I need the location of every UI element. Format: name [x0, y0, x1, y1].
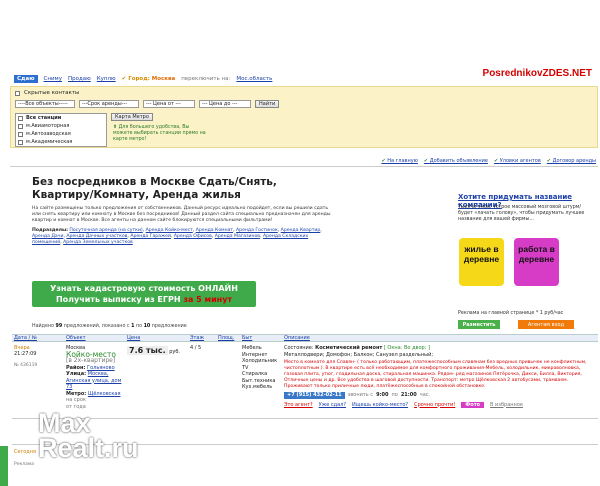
ad-label: Реклама — [14, 462, 34, 467]
ad-tile-housing-text: жилье в деревне — [463, 244, 500, 264]
subsections: Подразделы: Посуточная аренда (на сутки)… — [32, 228, 322, 245]
station-item[interactable]: Все станции — [16, 114, 106, 122]
intro-text: На сайте размещены только предложения от… — [32, 206, 331, 223]
col-date[interactable]: Дата / № — [14, 335, 37, 342]
watermark-logo: Max Realt.ru — [38, 408, 139, 463]
row-equipment: Металлодвери; Домофон; Балкон; Санузел р… — [284, 351, 434, 358]
results-count: Найдено 99 предложений, показано с 1 по … — [32, 324, 187, 329]
page-title: Без посредников в Москве Сдать/Снять, Кв… — [32, 176, 277, 201]
row-price: 7.6 тыс. руб. — [127, 346, 181, 355]
place-ad-button[interactable]: Разместить — [458, 320, 500, 329]
city-value: Москва — [151, 76, 176, 82]
ad-note: Реклама на главной странице * 1 руб/час — [458, 311, 564, 316]
row-id: № 436119 — [14, 363, 38, 368]
subsection-link[interactable]: Аренда Офисов — [174, 234, 212, 239]
subsection-link[interactable]: Аренда Койко-мест — [146, 228, 193, 233]
looking-bed-link[interactable]: Ищешь койко-место? — [352, 402, 408, 409]
arrow-up-icon: ⬆ — [113, 125, 118, 130]
row-desc-text: Место в комнате для Славян- ( только раб… — [284, 360, 587, 389]
photo-button[interactable]: Фото — [461, 401, 485, 408]
stations-list[interactable]: Все станции м.Авиамоторная м.Автозаводск… — [15, 113, 107, 147]
price-from-select[interactable]: --- Цена от --- — [143, 100, 195, 108]
station-checkbox[interactable] — [18, 131, 23, 137]
subsection-link[interactable]: Аренда Магазинов — [215, 234, 260, 239]
station-checkbox[interactable] — [18, 115, 23, 121]
divider — [10, 166, 598, 167]
row-actions: Это агент? Уже сдал? Ищешь койко-место? … — [284, 401, 596, 409]
ad-tile-work-text: работа в деревне — [518, 244, 555, 264]
subsection-link[interactable]: Аренда Квартир — [281, 228, 321, 233]
table-header: Дата / № Объект Цена Этаж Площ. Быт Опис… — [12, 334, 598, 342]
subsection-link[interactable]: Аренда Земельных участков — [63, 240, 133, 245]
col-amenities[interactable]: Быт — [242, 335, 252, 342]
row-description: Состояние: Косметический ремонт [ Окна: … — [284, 345, 596, 408]
price-to-select[interactable]: --- Цена до --- — [199, 100, 251, 108]
switch-prefix: переключить на: — [181, 76, 231, 82]
metro-hint: ⬆ Для большего удобства, Вы можете выбир… — [113, 125, 206, 142]
nav-tab-kuplyu[interactable]: Куплю — [97, 76, 116, 82]
agents-login-button[interactable]: Агентам вход — [518, 320, 574, 329]
link-home[interactable]: На главную — [381, 158, 418, 164]
col-floor[interactable]: Этаж — [190, 335, 204, 342]
station-item[interactable]: м.Автозаводская — [16, 130, 106, 138]
nav-tab-prodayu[interactable]: Продаю — [68, 76, 91, 82]
ad-text: Тысячи умов, устрое массовый мозговой шт… — [458, 205, 585, 222]
subsection-link[interactable]: Аренда Дачных участков — [66, 234, 127, 239]
hidden-contacts-row: Скрытые контакты — [15, 90, 79, 96]
nav-tab-sdayu[interactable]: Сдаю — [14, 75, 38, 83]
period-select[interactable]: ---Срок аренды--- — [79, 100, 139, 108]
subsections-label: Подразделы: — [32, 228, 68, 233]
subsection-link[interactable]: Посуточная аренда (на сутки) — [69, 228, 142, 233]
city-selector: ✔ Город: Москва — [122, 76, 176, 82]
row-amenities: Мебель Интернет Холодильник TV Стиралка … — [242, 345, 278, 390]
switch-city-link[interactable]: Мос.область — [236, 76, 272, 82]
col-price[interactable]: Цена — [127, 335, 140, 342]
table-row: Вчера 21:27:09 № 436119 Москва Койко-мес… — [12, 343, 598, 419]
today-label: Сегодня — [14, 449, 36, 455]
cadastre-banner[interactable]: Узнать кадастровую стоимость ОНЛАЙН Полу… — [32, 281, 256, 307]
ad-tile-work[interactable]: работа в деревне — [514, 238, 559, 286]
row-contact: +7 (915) 432-02-11 звонить с 9:00 по 21:… — [284, 392, 596, 399]
site-logo[interactable]: PosrednikovZDES.NET — [483, 68, 592, 79]
hidden-contacts-checkbox[interactable] — [15, 90, 20, 96]
hidden-contacts-label: Скрытые контакты — [24, 90, 80, 96]
row-object: Москва Койко-место [в 2х-квартире] Район… — [66, 345, 126, 410]
station-item[interactable]: м.Авиамоторная — [16, 122, 106, 130]
metro-map-button[interactable]: Карта Метро — [111, 113, 153, 121]
rented-question-link[interactable]: Уже сдал? — [319, 402, 346, 409]
link-agent-tricks[interactable]: Уловки агентов — [494, 158, 541, 164]
station-item[interactable]: м.Академическая — [16, 138, 106, 146]
banner-line1: Узнать кадастровую стоимость ОНЛАЙН — [50, 284, 238, 293]
subsection-link[interactable]: Аренда Гаражей — [130, 234, 171, 239]
ad-tile-housing[interactable]: жилье в деревне — [459, 238, 504, 286]
row-floor: 4 / 5 — [190, 345, 202, 351]
main-intro: Без посредников в Москве Сдать/Снять, Кв… — [32, 176, 338, 262]
phone-button[interactable]: +7 (915) 432-02-11 — [284, 392, 345, 399]
station-checkbox[interactable] — [18, 139, 23, 145]
find-button[interactable]: Найти — [255, 100, 280, 108]
link-rental-contract[interactable]: Договор аренды — [547, 158, 596, 164]
object-select[interactable]: ----Все объекты----- — [15, 100, 75, 108]
row-street: Улица: Москва, Агинская улица, дом 73 — [66, 371, 122, 390]
agent-question-link[interactable]: Это агент? — [284, 402, 313, 409]
col-object[interactable]: Объект — [66, 335, 86, 342]
filter-selects-row: ----Все объекты----- ---Срок аренды--- -… — [15, 100, 280, 108]
subsection-link[interactable]: Аренда Комнат — [196, 228, 233, 233]
quick-links: На главную Добавить объявление Уловки аг… — [370, 158, 596, 164]
filter-panel: Скрытые контакты ----Все объекты----- --… — [10, 86, 598, 148]
urgent-link[interactable]: Срочно прочти! — [414, 402, 455, 409]
today-strip — [0, 446, 8, 486]
subsection-link[interactable]: Аренда Гостинок — [236, 228, 278, 233]
col-description[interactable]: Описание — [284, 335, 310, 342]
banner-line2: Получить выписку из ЕГРН за 5 минут — [55, 295, 233, 304]
check-icon: ✔ — [121, 76, 127, 82]
row-time: 21:27:09 — [14, 351, 37, 357]
link-add-ad[interactable]: Добавить объявление — [424, 158, 488, 164]
nav-tab-snimu[interactable]: Сниму — [44, 76, 62, 82]
subsection-link[interactable]: Аренда Дачи — [32, 234, 63, 239]
favorite-link[interactable]: В избранное — [490, 402, 523, 409]
col-area[interactable]: Площ. — [218, 335, 234, 342]
city-label: Город: — [128, 76, 150, 82]
station-checkbox[interactable] — [18, 123, 23, 129]
